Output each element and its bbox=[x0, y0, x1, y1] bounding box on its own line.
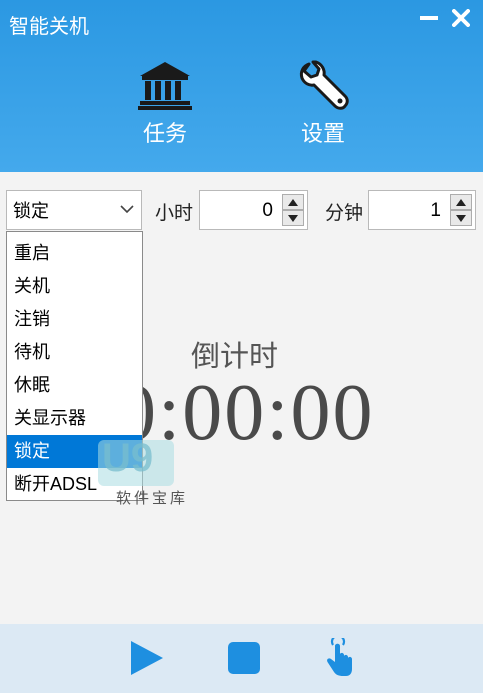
triangle-up-icon bbox=[456, 198, 466, 206]
dropdown-item-shutdown[interactable]: 关机 bbox=[7, 270, 142, 303]
stop-button[interactable] bbox=[224, 638, 264, 678]
minutes-up-button[interactable] bbox=[450, 194, 472, 210]
nav-task-button[interactable]: 任务 bbox=[115, 60, 215, 160]
minimize-button[interactable] bbox=[414, 4, 444, 32]
start-button[interactable] bbox=[126, 638, 166, 678]
dropdown-item-logoff[interactable]: 注销 bbox=[7, 303, 142, 336]
chevron-down-icon bbox=[120, 205, 134, 214]
minutes-label: 分钟 bbox=[325, 203, 364, 224]
touch-icon bbox=[327, 638, 352, 676]
footer-toolbar bbox=[0, 624, 483, 693]
bank-icon bbox=[138, 62, 192, 110]
minutes-spin-buttons bbox=[450, 194, 472, 226]
manual-button[interactable] bbox=[318, 638, 358, 678]
nav-task-label: 任务 bbox=[142, 121, 187, 146]
timer-controls: 锁定 小时 0 分钟 1 bbox=[0, 190, 483, 232]
minutes-value[interactable]: 1 bbox=[430, 200, 441, 222]
countdown-time: 0:00:00 bbox=[116, 369, 375, 457]
dropdown-item-standby[interactable]: 待机 bbox=[7, 336, 142, 369]
action-dropdown-list: 重启 关机 注销 待机 休眠 关显示器 锁定 断开ADSL bbox=[6, 231, 143, 501]
hours-spin-buttons bbox=[282, 194, 304, 226]
triangle-up-icon bbox=[288, 198, 298, 206]
wrench-icon bbox=[299, 60, 349, 110]
hours-spinner[interactable]: 0 bbox=[199, 190, 308, 230]
hours-value[interactable]: 0 bbox=[262, 200, 273, 222]
hours-up-button[interactable] bbox=[282, 194, 304, 210]
stop-icon bbox=[228, 642, 260, 674]
dropdown-item-disconnect-adsl[interactable]: 断开ADSL bbox=[7, 468, 142, 501]
hours-down-button[interactable] bbox=[282, 210, 304, 226]
dropdown-item-display-off[interactable]: 关显示器 bbox=[7, 402, 142, 435]
close-button[interactable] bbox=[446, 4, 476, 32]
app-title: 智能关机 bbox=[9, 16, 89, 38]
hours-label: 小时 bbox=[155, 203, 194, 224]
dropdown-item-hibernate[interactable]: 休眠 bbox=[7, 369, 142, 402]
action-select[interactable]: 锁定 bbox=[6, 190, 142, 230]
triangle-down-icon bbox=[456, 214, 466, 222]
nav-settings-label: 设置 bbox=[300, 121, 345, 146]
minimize-icon bbox=[420, 16, 438, 20]
title-bar-header: 智能关机 任务 设置 bbox=[0, 0, 483, 172]
close-icon bbox=[452, 9, 470, 27]
triangle-down-icon bbox=[288, 214, 298, 222]
minutes-down-button[interactable] bbox=[450, 210, 472, 226]
play-icon bbox=[131, 641, 163, 675]
nav-settings-button[interactable]: 设置 bbox=[273, 60, 373, 160]
minutes-spinner[interactable]: 1 bbox=[368, 190, 476, 230]
action-select-value: 锁定 bbox=[13, 201, 49, 221]
dropdown-item-lock[interactable]: 锁定 bbox=[7, 435, 142, 468]
dropdown-item-restart[interactable]: 重启 bbox=[7, 237, 142, 270]
